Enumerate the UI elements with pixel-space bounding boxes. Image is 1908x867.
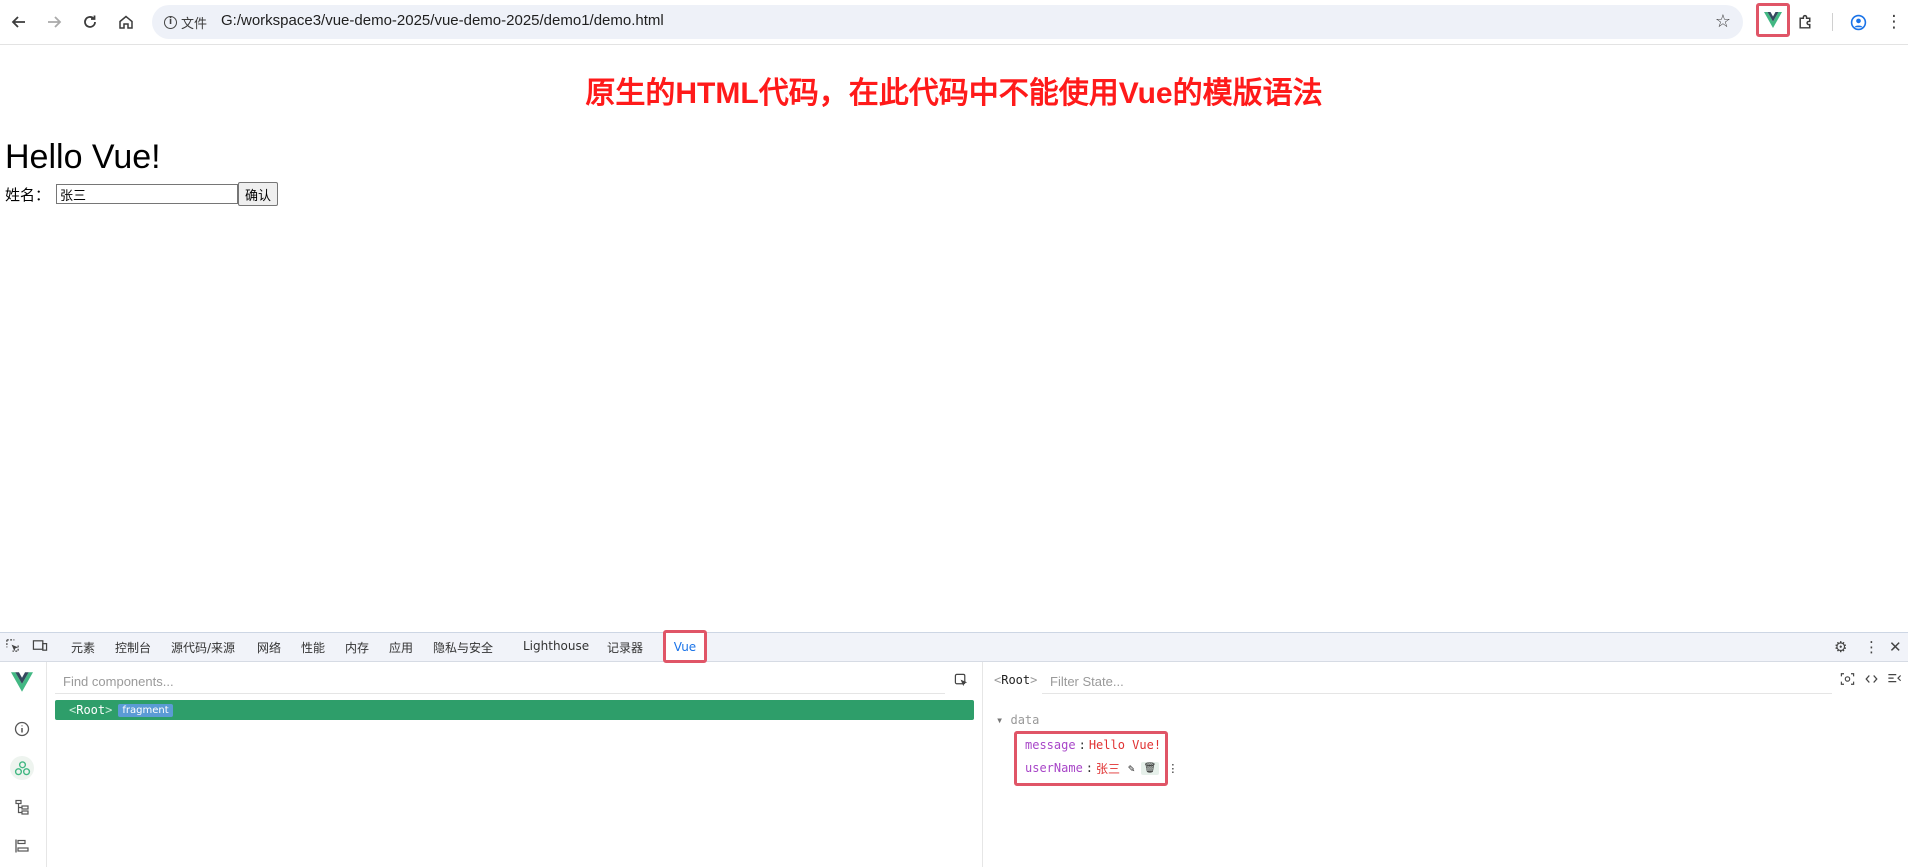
vue-logo-icon	[10, 670, 34, 694]
prop-key: userName	[1025, 761, 1083, 775]
device-toolbar-icon[interactable]	[32, 638, 48, 657]
select-component-icon[interactable]	[954, 673, 969, 692]
back-arrow-icon[interactable]	[8, 11, 30, 33]
component-row-root[interactable]: <Root> fragment	[55, 700, 974, 720]
more-options-icon[interactable]: ⋮	[1167, 762, 1178, 775]
state-prop-username[interactable]: userName: 张三 ✎ 🗑 ⋮	[1025, 759, 1178, 777]
info-icon[interactable]	[10, 717, 34, 741]
tab-memory[interactable]: 内存	[345, 639, 369, 656]
caret-down-icon: ▾	[996, 713, 1004, 727]
devtools-more-kebab-icon[interactable]: ⋮	[1864, 638, 1879, 656]
name-input[interactable]	[56, 184, 239, 204]
prop-key: message	[1025, 738, 1076, 752]
tab-elements[interactable]: 元素	[71, 639, 95, 656]
forward-arrow-icon[interactable]	[43, 11, 65, 33]
settings-gear-icon[interactable]: ⚙	[1834, 638, 1847, 656]
home-icon[interactable]	[115, 11, 137, 33]
site-info-chip[interactable]: i 文件	[164, 13, 208, 32]
confirm-button[interactable]: 确认	[238, 182, 279, 206]
component-tree-icon[interactable]	[10, 795, 34, 819]
site-info-label: 文件	[181, 16, 208, 32]
vue-devtools-sidebar	[0, 662, 47, 867]
prop-colon: :	[1078, 738, 1086, 752]
prop-value: 张三	[1096, 761, 1121, 776]
page-heading: Hello Vue!	[5, 138, 161, 176]
prop-value: Hello Vue!	[1088, 738, 1162, 752]
fragment-badge: fragment	[118, 703, 173, 717]
name-label: 姓名：	[5, 185, 51, 204]
delete-trash-icon[interactable]: 🗑	[1140, 761, 1160, 775]
reload-icon[interactable]	[79, 11, 101, 33]
name-form: 姓名： 确认	[5, 182, 279, 206]
devtools-tabbar: 元素 控制台 源代码/来源 网络 性能 内存 应用 隐私与安全 Lighthou…	[0, 630, 1908, 663]
data-section-label: data	[1010, 713, 1040, 727]
edit-pencil-icon[interactable]: ✎	[1128, 762, 1135, 775]
bookmark-star-icon[interactable]: ☆	[1715, 11, 1731, 32]
address-bar[interactable]: i 文件 G:/workspace3/vue-demo-2025/vue-dem…	[152, 5, 1743, 39]
selected-component-name: Root	[1001, 673, 1031, 687]
filter-state-input[interactable]	[1042, 670, 1832, 694]
selected-component-label: <Root>	[994, 673, 1038, 687]
root-tag: <Root>	[69, 703, 113, 717]
state-prop-message[interactable]: message: Hello Vue!	[1025, 736, 1161, 754]
tab-vue[interactable]: Vue	[663, 630, 707, 663]
info-icon: i	[164, 15, 177, 29]
close-devtools-icon[interactable]: ✕	[1889, 638, 1902, 656]
tab-console[interactable]: 控制台	[115, 639, 151, 656]
vue-logo-icon	[1764, 12, 1782, 28]
component-tree-pane: <Root> fragment	[47, 662, 983, 867]
tab-network[interactable]: 网络	[257, 639, 281, 656]
data-section-toggle[interactable]: ▾ data	[996, 713, 1039, 727]
tab-recorder[interactable]: 记录器	[607, 639, 643, 656]
profile-avatar-icon[interactable]	[1847, 11, 1869, 33]
timeline-icon[interactable]	[10, 834, 34, 858]
url-text[interactable]: G:/workspace3/vue-demo-2025/vue-demo-202…	[221, 12, 664, 29]
find-components-input[interactable]	[55, 670, 945, 694]
tab-lighthouse[interactable]: Lighthouse	[523, 639, 589, 653]
components-icon[interactable]	[10, 756, 34, 780]
tab-performance[interactable]: 性能	[301, 639, 325, 656]
data-properties: message: Hello Vue! userName: 张三 ✎ 🗑 ⋮	[1014, 731, 1178, 786]
root-tag-name: Root	[76, 703, 106, 717]
devtools-panel: 元素 控制台 源代码/来源 网络 性能 内存 应用 隐私与安全 Lighthou…	[0, 630, 1908, 867]
toolbar-divider	[1832, 13, 1833, 31]
browser-menu-kebab-icon[interactable]: ⋮	[1883, 11, 1905, 33]
tab-sources[interactable]: 源代码/来源	[171, 639, 235, 656]
tab-privacy-security[interactable]: 隐私与安全	[433, 639, 493, 656]
extensions-puzzle-icon[interactable]	[1794, 11, 1816, 33]
inspect-element-icon[interactable]	[5, 638, 20, 657]
prop-colon: :	[1085, 761, 1094, 775]
view-source-code-icon[interactable]	[1864, 672, 1879, 690]
inspect-dom-icon[interactable]	[1887, 672, 1902, 690]
annotation-text: 原生的HTML代码，在此代码中不能使用Vue的模版语法	[585, 77, 1323, 110]
tab-application[interactable]: 应用	[389, 639, 413, 656]
scroll-to-component-icon[interactable]	[1840, 672, 1855, 690]
browser-toolbar: i 文件 G:/workspace3/vue-demo-2025/vue-dem…	[0, 0, 1908, 45]
vue-devtools-extension-button[interactable]	[1756, 3, 1790, 37]
state-inspector-pane: <Root> ▾ data message:Hello Vue! userNam…	[984, 662, 1908, 867]
